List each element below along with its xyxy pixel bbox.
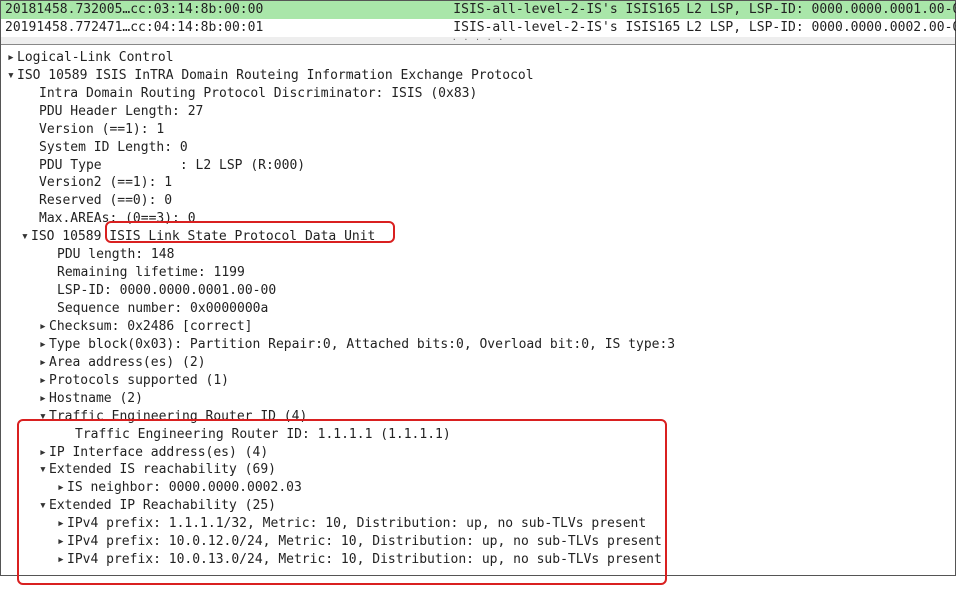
packet-src: cc:04:14:8b:00:01 bbox=[130, 19, 263, 37]
tree-field-max-areas[interactable]: Max.AREAs: (0==3): 0 bbox=[3, 210, 953, 228]
packet-src: cc:03:14:8b:00:00 bbox=[130, 1, 263, 19]
tree-node-extended-is-reachability[interactable]: Extended IS reachability (69) bbox=[3, 461, 953, 479]
tree-node-is-neighbor[interactable]: IS neighbor: 0000.0000.0002.03 bbox=[3, 479, 953, 497]
packet-no: 2019 bbox=[5, 19, 36, 37]
tree-field-version2[interactable]: Version2 (==1): 1 bbox=[3, 174, 953, 192]
tree-field-te-router-id-value[interactable]: Traffic Engineering Router ID: 1.1.1.1 (… bbox=[3, 426, 953, 444]
tree-node-te-router-id[interactable]: Traffic Engineering Router ID (4) bbox=[3, 408, 953, 426]
tree-node-hostname[interactable]: Hostname (2) bbox=[3, 390, 953, 408]
pane-splitter[interactable]: · · · · · bbox=[1, 37, 955, 44]
packet-details-pane: Logical-Link Control ISO 10589 ISIS InTR… bbox=[1, 45, 955, 575]
packet-row[interactable]: 2018 1458.732005… cc:03:14:8b:00:00 ISIS… bbox=[1, 1, 955, 19]
expand-icon[interactable] bbox=[39, 444, 49, 462]
expand-icon[interactable] bbox=[39, 390, 49, 408]
tree-field-pdu-header-length[interactable]: PDU Header Length: 27 bbox=[3, 103, 953, 121]
tree-node-iso-root[interactable]: ISO 10589 ISIS InTRA Domain Routeing Inf… bbox=[3, 67, 953, 85]
expand-icon[interactable] bbox=[39, 354, 49, 372]
tree-node-ipv4-prefix[interactable]: IPv4 prefix: 10.0.13.0/24, Metric: 10, D… bbox=[3, 551, 953, 569]
collapse-icon[interactable] bbox=[7, 67, 17, 85]
tree-field-discriminator[interactable]: Intra Domain Routing Protocol Discrimina… bbox=[3, 85, 953, 103]
expand-icon[interactable] bbox=[39, 372, 49, 390]
tree-node-type-block[interactable]: Type block(0x03): Partition Repair:0, At… bbox=[3, 336, 953, 354]
collapse-icon[interactable] bbox=[39, 408, 49, 426]
expand-icon[interactable] bbox=[7, 49, 17, 67]
packet-info: L2 LSP, LSP-ID: 0000.0000.0002.00-00, bbox=[686, 19, 956, 37]
packet-info: L2 LSP, LSP-ID: 0000.0000.0001.00-00, bbox=[686, 1, 956, 19]
expand-icon[interactable] bbox=[57, 551, 67, 569]
tree-field-pdu-type[interactable]: PDU Type : L2 LSP (R:000) bbox=[3, 157, 953, 175]
expand-icon[interactable] bbox=[57, 515, 67, 533]
tree-node-ipv4-prefix[interactable]: IPv4 prefix: 1.1.1.1/32, Metric: 10, Dis… bbox=[3, 515, 953, 533]
tree-node-protocols-supported[interactable]: Protocols supported (1) bbox=[3, 372, 953, 390]
tree-field-remaining-lifetime[interactable]: Remaining lifetime: 1199 bbox=[3, 264, 953, 282]
expand-icon[interactable] bbox=[57, 479, 67, 497]
tree-field-lsp-id[interactable]: LSP-ID: 0000.0000.0001.00-00 bbox=[3, 282, 953, 300]
tree-field-system-id-length[interactable]: System ID Length: 0 bbox=[3, 139, 953, 157]
packet-proto: ISIS-all-level-2-IS's ISIS bbox=[263, 1, 657, 19]
tree-node-area-addresses[interactable]: Area address(es) (2) bbox=[3, 354, 953, 372]
packet-time: 1458.772471… bbox=[36, 19, 130, 37]
tree-node-ip-interface-addresses[interactable]: IP Interface address(es) (4) bbox=[3, 444, 953, 462]
tree-field-pdu-length[interactable]: PDU length: 148 bbox=[3, 246, 953, 264]
collapse-icon[interactable] bbox=[39, 461, 49, 479]
collapse-icon[interactable] bbox=[39, 497, 49, 515]
tree-node-extended-ip-reachability[interactable]: Extended IP Reachability (25) bbox=[3, 497, 953, 515]
tree-field-reserved[interactable]: Reserved (==0): 0 bbox=[3, 192, 953, 210]
expand-icon[interactable] bbox=[57, 533, 67, 551]
collapse-icon[interactable] bbox=[21, 228, 31, 246]
tree-node-llc[interactable]: Logical-Link Control bbox=[3, 49, 953, 67]
packet-len: 165 bbox=[657, 1, 686, 19]
packet-time: 1458.732005… bbox=[36, 1, 130, 19]
expand-icon[interactable] bbox=[39, 318, 49, 336]
tree-node-checksum[interactable]: Checksum: 0x2486 [correct] bbox=[3, 318, 953, 336]
packet-list-pane: 2018 1458.732005… cc:03:14:8b:00:00 ISIS… bbox=[1, 1, 955, 45]
expand-icon[interactable] bbox=[39, 336, 49, 354]
tree-field-version[interactable]: Version (==1): 1 bbox=[3, 121, 953, 139]
tree-node-ipv4-prefix[interactable]: IPv4 prefix: 10.0.12.0/24, Metric: 10, D… bbox=[3, 533, 953, 551]
tree-node-iso-lsp[interactable]: ISO 10589 ISIS Link State Protocol Data … bbox=[3, 228, 953, 246]
packet-no: 2018 bbox=[5, 1, 36, 19]
packet-len: 165 bbox=[657, 19, 686, 37]
tree-field-sequence-number[interactable]: Sequence number: 0x0000000a bbox=[3, 300, 953, 318]
